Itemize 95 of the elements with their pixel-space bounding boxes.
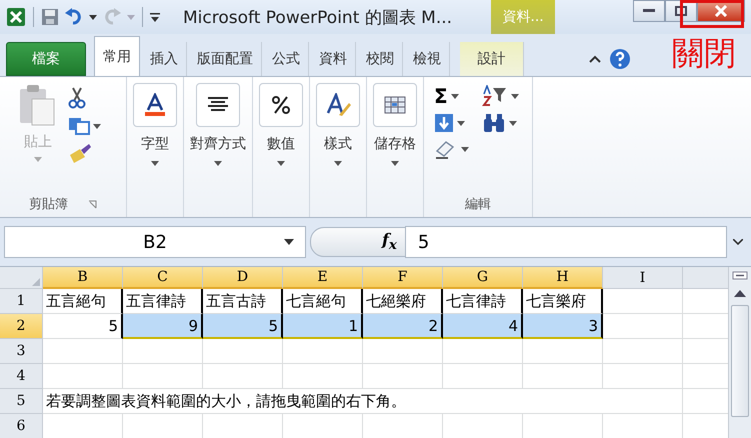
highlight-frame xyxy=(680,0,744,28)
table-cell[interactable] xyxy=(363,364,443,389)
window-title: Microsoft PowerPoint 的圖表 M... xyxy=(183,6,452,28)
scissors-icon[interactable] xyxy=(68,87,86,109)
caret-icon xyxy=(214,161,222,166)
cell-text: 若要調整圖表資料範圍的大小，請拖曳範圍的右下角。 xyxy=(46,392,406,410)
table-cells-icon xyxy=(383,94,407,116)
column-header[interactable]: C xyxy=(123,267,203,289)
caret-icon xyxy=(277,161,285,166)
insert-function-button[interactable]: f$_{x}$ xyxy=(382,230,397,254)
column-header[interactable]: F xyxy=(363,267,443,289)
column-header[interactable]: E xyxy=(283,267,363,289)
autosum-button[interactable]: Σ xyxy=(434,86,448,106)
binoculars-icon[interactable] xyxy=(482,113,506,133)
undo-icon[interactable] xyxy=(64,8,84,26)
table-cell[interactable]: 2 xyxy=(363,314,443,339)
format-painter-icon[interactable] xyxy=(68,143,92,165)
split-handle-icon[interactable] xyxy=(732,271,748,281)
caret-icon[interactable] xyxy=(457,120,465,126)
row-header[interactable]: 1 xyxy=(0,289,43,314)
table-cell[interactable] xyxy=(283,339,363,364)
ribbon-tab[interactable]: 設計 xyxy=(460,42,524,76)
minimize-icon xyxy=(643,9,655,13)
caret-icon[interactable] xyxy=(509,120,517,126)
caret-icon[interactable] xyxy=(511,94,519,98)
row-header[interactable]: 6 xyxy=(0,414,43,438)
scrollbar-thumb[interactable] xyxy=(731,305,749,417)
table-cell[interactable]: 4 xyxy=(443,314,523,339)
select-all-icon[interactable] xyxy=(32,278,40,286)
row-header[interactable]: 3 xyxy=(0,339,43,364)
caret-icon xyxy=(334,161,342,166)
align-center-icon xyxy=(207,96,229,114)
ribbon-tab[interactable]: 常用 xyxy=(94,36,140,76)
caret-icon[interactable] xyxy=(93,124,101,128)
group-label: 剪貼簿 xyxy=(29,196,68,213)
table-cell[interactable] xyxy=(603,289,683,314)
collapse-ribbon-icon[interactable] xyxy=(589,55,601,63)
table-cell[interactable] xyxy=(43,364,123,389)
column-header[interactable]: G xyxy=(443,267,523,289)
table-cell[interactable] xyxy=(603,339,683,364)
save-icon[interactable] xyxy=(41,8,59,26)
table-cell[interactable] xyxy=(523,364,603,389)
table-cell[interactable] xyxy=(203,339,283,364)
table-cell[interactable] xyxy=(603,364,683,389)
percent-icon xyxy=(271,95,291,115)
table-cell[interactable] xyxy=(443,364,523,389)
formula-field[interactable]: 5 xyxy=(404,226,727,258)
name-box[interactable]: B2 xyxy=(4,226,306,258)
scroll-up-icon[interactable] xyxy=(734,289,746,297)
caret-icon[interactable] xyxy=(461,146,469,152)
file-tab[interactable]: 檔案 xyxy=(6,42,86,76)
table-cell[interactable] xyxy=(283,364,363,389)
table-cell[interactable] xyxy=(363,339,443,364)
sort-filter-icon[interactable] xyxy=(482,85,508,107)
styles-icon xyxy=(325,93,351,117)
table-cell[interactable]: 5 xyxy=(203,314,283,339)
table-cell[interactable]: 3 xyxy=(523,314,603,339)
table-cell[interactable]: 9 xyxy=(123,314,203,339)
column-header[interactable]: H xyxy=(523,267,603,289)
dialog-launcher-icon[interactable] xyxy=(88,200,97,208)
redo-icon[interactable] xyxy=(102,8,122,26)
caret-icon xyxy=(151,161,159,166)
table-cell[interactable] xyxy=(523,339,603,364)
table-cell[interactable]: 1 xyxy=(283,314,363,339)
table-cell[interactable] xyxy=(123,364,203,389)
ribbon-button[interactable]: 對齊方式 xyxy=(190,83,246,166)
table-cell[interactable]: 五言絕句 xyxy=(43,289,123,314)
table-cell[interactable] xyxy=(43,339,123,364)
column-header[interactable]: D xyxy=(203,267,283,289)
row-header[interactable]: 5 xyxy=(0,389,43,414)
minimize-button[interactable] xyxy=(633,0,665,22)
fill-down-icon[interactable] xyxy=(434,113,454,133)
caret-icon[interactable] xyxy=(450,94,459,98)
column-header[interactable]: B xyxy=(43,267,123,289)
row-header[interactable]: 4 xyxy=(0,364,43,389)
table-cell[interactable] xyxy=(203,364,283,389)
annotation-text: 關閉 xyxy=(672,34,736,72)
caret-icon[interactable] xyxy=(89,14,97,20)
font-color-icon xyxy=(143,93,167,117)
row-header[interactable]: 2 xyxy=(0,314,43,339)
expand-formula-bar-icon[interactable] xyxy=(733,239,743,245)
excel-logo-icon[interactable] xyxy=(6,7,26,27)
help-icon[interactable] xyxy=(609,48,631,70)
column-header[interactable]: I xyxy=(603,267,683,289)
copy-icon[interactable] xyxy=(68,117,90,135)
contextual-tab-group-label: 資料... xyxy=(491,0,556,34)
table-cell[interactable] xyxy=(123,339,203,364)
caret-icon xyxy=(391,161,399,166)
restore-icon xyxy=(675,6,687,16)
group-label: 編輯 xyxy=(465,196,491,213)
customize-toolbar-icon[interactable] xyxy=(150,12,160,22)
close-icon xyxy=(714,5,728,17)
table-cell[interactable] xyxy=(443,339,523,364)
caret-icon[interactable] xyxy=(284,239,294,245)
table-cell[interactable] xyxy=(603,314,683,339)
